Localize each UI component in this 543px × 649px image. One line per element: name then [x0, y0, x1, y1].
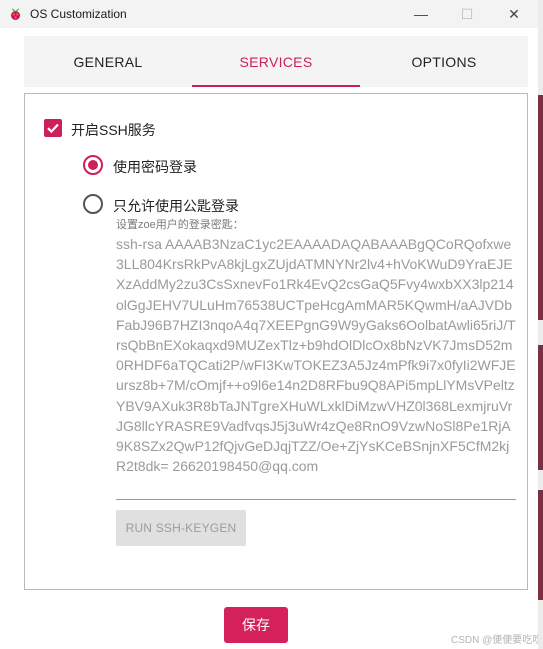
public-key-field-label: 设置zoe用户的登录密匙： [116, 219, 244, 231]
tab-options[interactable]: OPTIONS [360, 36, 528, 87]
public-key-field-underline [116, 499, 516, 500]
enable-ssh-label[interactable]: 开启SSH服务 [71, 120, 156, 140]
title-bar: OS Customization — ☐ ✕ [0, 0, 543, 28]
password-login-label[interactable]: 使用密码登录 [113, 157, 197, 177]
checkmark-icon [47, 123, 59, 134]
background-window-edge-block [538, 345, 543, 470]
enable-ssh-checkbox[interactable] [44, 119, 62, 137]
public-key-field[interactable]: ssh-rsa AAAAB3NzaC1yc2EAAAADAQABAAABgQCo… [116, 234, 518, 476]
window-title: OS Customization [30, 7, 127, 21]
tab-bar: GENERAL SERVICES OPTIONS [24, 36, 528, 87]
tab-general[interactable]: GENERAL [24, 36, 192, 87]
run-ssh-keygen-button[interactable]: RUN SSH-KEYGEN [116, 510, 246, 546]
save-button[interactable]: 保存 [224, 607, 288, 643]
tab-services[interactable]: SERVICES [192, 36, 360, 87]
raspberry-pi-icon [11, 8, 20, 20]
minimize-icon: — [414, 6, 428, 22]
public-key-only-label[interactable]: 只允许使用公匙登录 [113, 196, 239, 216]
close-button[interactable]: ✕ [491, 0, 537, 28]
maximize-icon: ☐ [460, 5, 474, 22]
password-login-radio[interactable] [83, 155, 103, 175]
minimize-button[interactable]: — [398, 0, 444, 28]
watermark: CSDN @便便要吃吃 [451, 635, 543, 646]
maximize-button[interactable]: ☐ [444, 0, 490, 28]
background-window-edge-block [538, 490, 543, 600]
close-icon: ✕ [508, 5, 520, 22]
background-window-edge-block [538, 95, 543, 320]
active-tab-indicator [192, 85, 360, 87]
public-key-only-radio[interactable] [83, 194, 103, 214]
